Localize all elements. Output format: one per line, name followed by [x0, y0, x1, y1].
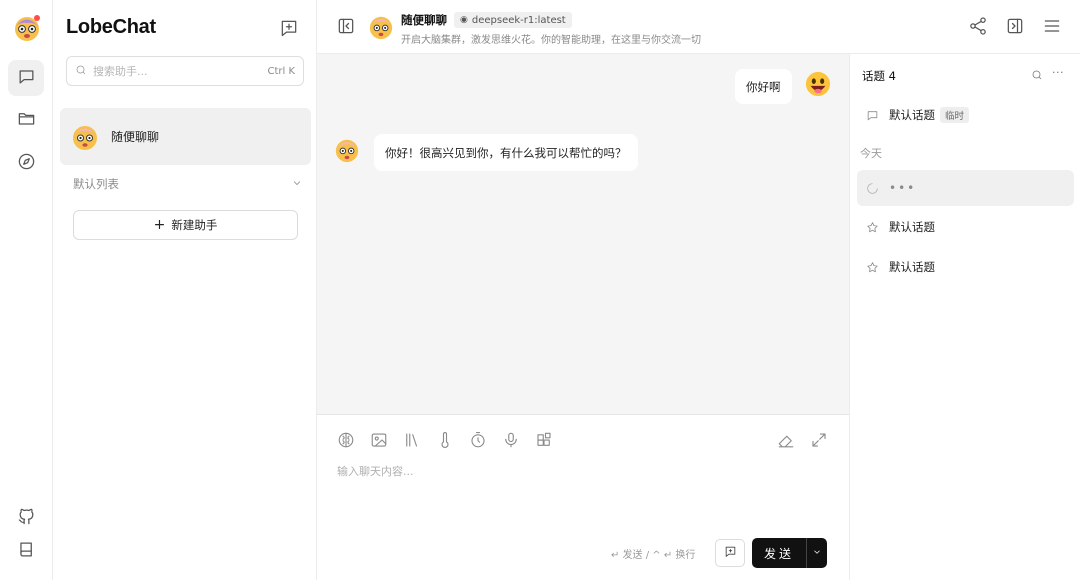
library-icon	[403, 433, 421, 452]
plugins-button[interactable]	[535, 431, 553, 449]
session-avatar	[73, 125, 97, 150]
loading-spinner-icon	[866, 182, 879, 195]
topic-label: 默认话题	[889, 260, 935, 274]
history-button[interactable]	[469, 431, 487, 449]
new-assistant-button[interactable]: + 新建助手	[73, 210, 298, 240]
github-icon	[17, 507, 36, 529]
share-icon	[968, 17, 988, 39]
send-button[interactable]: 发送	[752, 538, 806, 568]
voice-button[interactable]	[502, 431, 520, 449]
chat-icon	[17, 67, 36, 89]
menu-icon	[1042, 20, 1062, 39]
temporary-tag: 临时	[940, 107, 970, 123]
new-chat-button[interactable]	[279, 18, 299, 38]
topic-item[interactable]: 默认话题	[857, 249, 1074, 285]
chat-title: 随便聊聊	[401, 13, 447, 27]
timer-icon	[469, 431, 487, 452]
date-group-label: 今天	[860, 147, 882, 160]
chat-bubble-icon	[866, 109, 879, 122]
loading-dots: •••	[889, 181, 917, 195]
sidebar-right-icon	[1005, 18, 1025, 39]
more-icon[interactable]: ···	[1052, 66, 1064, 79]
image-upload-button[interactable]	[370, 431, 388, 449]
chat-input[interactable]	[337, 463, 827, 523]
default-group-header[interactable]: 默认列表	[73, 176, 303, 192]
send-options-button[interactable]	[806, 538, 827, 568]
topic-item-default[interactable]: 默认话题 临时	[857, 97, 1074, 133]
search-input[interactable]	[93, 64, 268, 78]
chat-nav-button[interactable]	[8, 60, 44, 96]
model-badge[interactable]: ◉ deepseek-r1:latest	[454, 12, 572, 28]
share-button[interactable]	[968, 16, 988, 36]
model-name: deepseek-r1:latest	[471, 14, 566, 26]
chevron-down-icon	[812, 546, 822, 560]
expand-button[interactable]	[810, 431, 828, 449]
topic-search-button[interactable]	[1031, 69, 1043, 81]
add-message-button[interactable]	[715, 539, 745, 567]
discover-nav-button[interactable]	[8, 145, 44, 181]
brain-icon	[337, 432, 355, 452]
thermometer-icon	[436, 432, 454, 452]
chat-composer: ↵ 发送 / ^ ↵ 换行 发送	[317, 414, 849, 580]
topic-item-loading[interactable]: •••	[857, 170, 1074, 206]
send-hint: ↵ 发送 / ^ ↵ 换行	[611, 550, 696, 561]
new-assistant-label: 新建助手	[171, 218, 218, 232]
chevron-down-icon	[291, 177, 303, 192]
plus-icon: +	[153, 217, 166, 233]
group-label: 默认列表	[73, 177, 119, 191]
expand-icon	[810, 433, 828, 452]
add-chat-icon	[279, 20, 299, 41]
topic-label: 默认话题	[889, 108, 935, 122]
search-icon	[75, 64, 93, 79]
sidebar-collapse-icon	[336, 18, 356, 39]
user-avatar[interactable]	[13, 14, 41, 42]
app-logo: LobeChat	[66, 16, 156, 38]
message-plus-icon	[724, 545, 737, 561]
book-icon	[17, 540, 36, 562]
compass-icon	[17, 152, 36, 174]
session-item-active[interactable]: 随便聊聊	[60, 108, 311, 165]
files-nav-button[interactable]	[8, 102, 44, 138]
eraser-icon	[777, 435, 795, 452]
folder-icon	[17, 109, 36, 131]
search-icon	[1031, 70, 1043, 84]
chat-description: 开启大脑集群，激发思维火花。你的智能助理，在这里与你交流一切	[401, 35, 701, 46]
model-select-button[interactable]	[337, 431, 355, 449]
eye-icon: ◉	[460, 15, 468, 25]
image-icon	[370, 433, 388, 452]
chat-header: 随便聊聊 ◉ deepseek-r1:latest 开启大脑集群，激发思维火花。…	[317, 0, 1080, 54]
knowledge-button[interactable]	[403, 431, 421, 449]
collapse-sidebar-button[interactable]	[336, 16, 356, 36]
topic-item[interactable]: 默认话题	[857, 209, 1074, 245]
search-shortcut: Ctrl K	[267, 65, 295, 77]
star-icon[interactable]	[866, 261, 879, 274]
assistant-message: 你好！很高兴见到你，有什么我可以帮忙的吗？	[374, 134, 638, 171]
assistant-avatar[interactable]	[368, 14, 394, 40]
assistant-message-avatar	[335, 139, 359, 163]
topics-panel: 话题 4 ··· 默认话题 临时 今天 ••• 默认话题 默认话题	[849, 54, 1080, 580]
session-search[interactable]: Ctrl K	[66, 56, 304, 86]
session-sidebar: LobeChat Ctrl K 随便聊聊 默认列表 + 新	[53, 0, 317, 580]
message-list: 你好啊 你好！很高兴见到你，有什么我可以帮忙的吗？	[317, 54, 849, 414]
lobechat-app: LobeChat Ctrl K 随便聊聊 默认列表 + 新	[0, 0, 1080, 580]
temperature-button[interactable]	[436, 431, 454, 449]
session-name: 随便聊聊	[111, 130, 160, 144]
microphone-icon	[502, 432, 520, 452]
clear-button[interactable]	[777, 431, 795, 449]
star-icon[interactable]	[866, 221, 879, 234]
topic-label: 默认话题	[889, 220, 935, 234]
user-message: 你好啊	[735, 69, 792, 104]
topics-title: 话题 4	[862, 69, 896, 83]
blocks-icon	[535, 432, 553, 452]
github-button[interactable]	[8, 500, 44, 536]
toggle-topics-button[interactable]	[1005, 16, 1025, 36]
user-message-avatar	[805, 71, 831, 97]
nav-rail	[0, 0, 53, 580]
docs-button[interactable]	[8, 533, 44, 569]
conversation-panel: 随便聊聊 ◉ deepseek-r1:latest 开启大脑集群，激发思维火花。…	[317, 0, 1080, 580]
menu-button[interactable]	[1042, 16, 1062, 36]
